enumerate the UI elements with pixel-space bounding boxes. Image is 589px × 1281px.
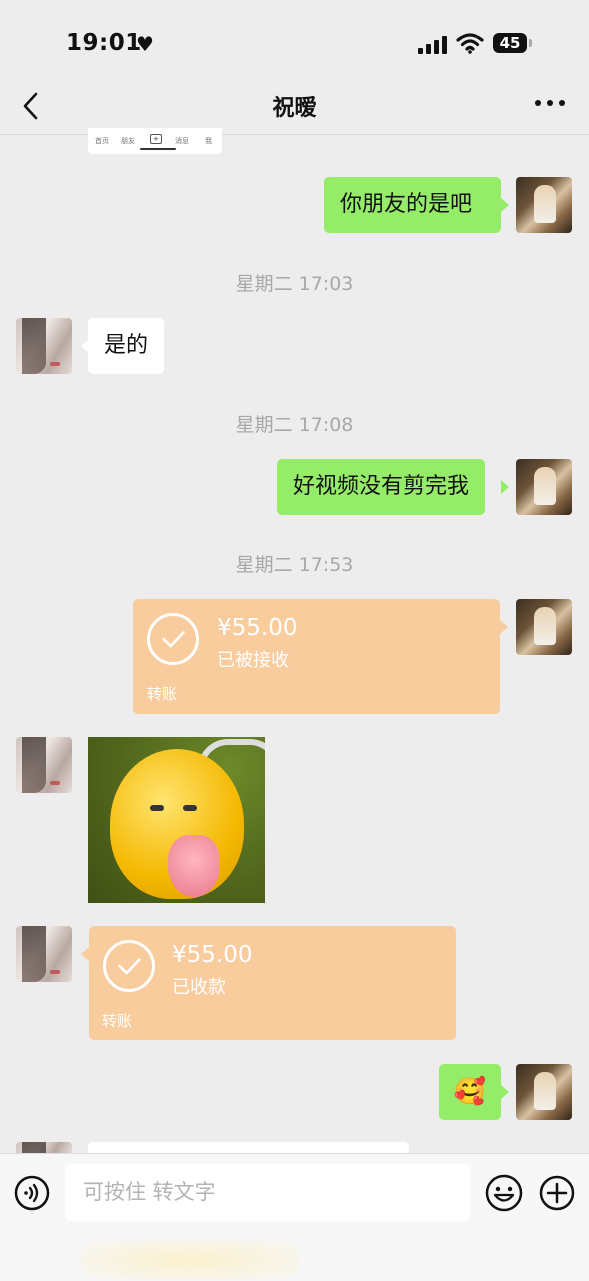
check-circle-icon [103,940,155,992]
bubble-tail [501,1085,509,1099]
plus-icon[interactable] [539,1175,575,1211]
page-title: 祝暧 [272,96,317,121]
transfer-status: 已被接收 [217,650,289,671]
message-bubble-sent[interactable]: 好视频没有剪完我 [277,459,486,515]
transfer-label: 转账 [147,685,178,703]
avatar-contact[interactable] [16,737,72,793]
tab-label: 朋友 [121,137,135,145]
transfer-amount: ¥55.00 [172,942,253,968]
transfer-card-sent[interactable]: ¥55.00 已被接收 转账 [133,599,500,714]
eye-shape [183,805,197,811]
tab-label: 消息 [175,137,189,145]
sticker-image[interactable] [88,737,265,903]
tab-label: 首页 [95,137,109,145]
message-text: 你朋友的是吧 [340,192,473,217]
tongue-shape [168,835,220,897]
avatar-me[interactable] [516,177,572,233]
transfer-card-received[interactable]: ¥55.00 已收款 转账 [89,926,456,1040]
avatar-me[interactable] [516,1064,572,1120]
transfer-status: 已收款 [172,977,226,998]
check-circle-icon [147,613,199,665]
message-bubble-sent[interactable]: 你朋友的是吧 [324,177,501,233]
battery-icon: 45 [493,33,527,53]
message-text: 好视频没有剪完我 [293,474,470,499]
bubble-tail [500,620,508,634]
message-input[interactable]: 可按住 转文字 [65,1164,470,1221]
avatar-contact[interactable] [16,926,72,982]
timestamp: 星期二 17:53 [235,554,354,576]
bubble-tail [501,480,509,494]
avatar-contact-partial[interactable] [16,1142,72,1153]
transfer-label: 转账 [102,1012,133,1030]
heart-icon: ♥ [136,32,154,56]
home-pill [140,148,176,150]
bubble-tail [81,947,89,961]
image-message-partial[interactable]: 首页 朋友 + 消息 我 [88,128,222,154]
timestamp: 星期二 17:03 [235,273,354,295]
battery-nub [529,39,532,47]
signal-icon [418,34,448,54]
message-bubble-received[interactable]: 是的 [88,318,165,374]
voice-icon[interactable] [14,1175,50,1211]
message-bubble-sent-emoji[interactable]: 🥰 [439,1064,501,1120]
avatar-me[interactable] [516,599,572,655]
bubble-tail [501,198,509,212]
emoji-glyph: 🥰 [453,1077,487,1107]
more-dots-icon[interactable] [535,100,565,108]
transfer-amount: ¥55.00 [217,615,298,641]
plus-icon: + [150,134,162,144]
eye-shape [150,805,164,811]
status-time: 19:01 [66,30,142,56]
avatar-contact[interactable] [16,318,72,374]
message-text: 是的 [104,333,149,358]
emoji-icon[interactable] [485,1174,523,1212]
timestamp: 星期二 17:08 [235,414,354,436]
wifi-icon [456,33,484,54]
avatar-me[interactable] [516,459,572,515]
tab-label: 我 [205,137,212,145]
keyboard-blur [80,1240,300,1280]
